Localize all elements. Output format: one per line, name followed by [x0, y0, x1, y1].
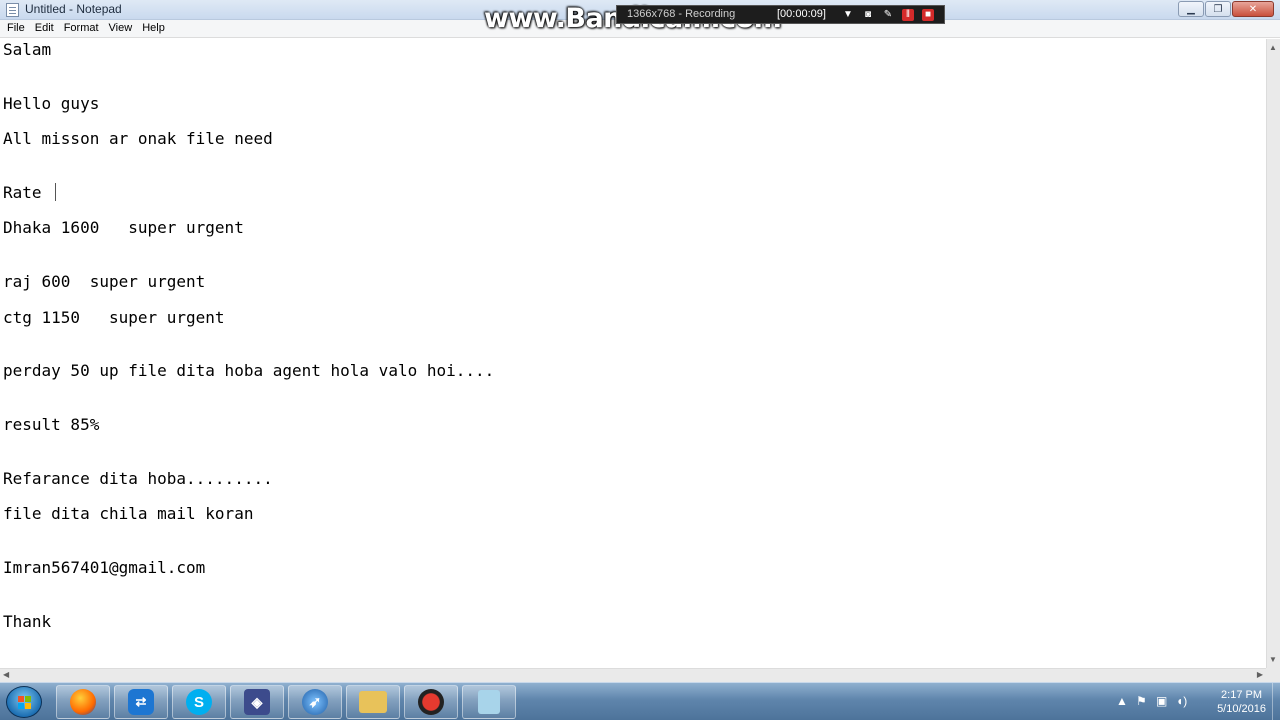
horizontal-scrollbar[interactable]: ◀ ▶: [0, 668, 1266, 682]
system-tray: ▲ ⚑ ▣ ◖) 2:17 PM 5/10/2016: [1110, 683, 1280, 720]
text-line: result 85%: [3, 415, 100, 434]
volume-icon[interactable]: ◖): [1176, 694, 1187, 708]
text-line: perday 50 up file dita hoba agent hola v…: [3, 361, 495, 380]
taskbar-browser[interactable]: ➶: [288, 685, 342, 719]
dropdown-icon[interactable]: ▼: [842, 9, 854, 21]
text-editor[interactable]: Salam Hello guys All misson ar onak file…: [0, 39, 1266, 668]
taskbar: ⇄ S ◈ ➶ ▲ ⚑ ▣ ◖) 2:17 PM 5/10/2016: [0, 682, 1280, 720]
close-button[interactable]: ✕: [1232, 1, 1274, 17]
scroll-right-icon[interactable]: ▶: [1257, 670, 1263, 679]
recording-time: [00:00:09]: [777, 8, 826, 20]
menu-edit[interactable]: Edit: [30, 20, 59, 38]
network-icon[interactable]: ▣: [1156, 694, 1167, 708]
browser-icon: ➶: [302, 689, 328, 715]
taskbar-explorer[interactable]: [346, 685, 400, 719]
bandicam-icon: [418, 689, 444, 715]
firefox-icon: [70, 689, 96, 715]
clock[interactable]: 2:17 PM 5/10/2016: [1217, 688, 1266, 716]
text-line: raj 600 super urgent: [3, 272, 206, 291]
text-line: All misson ar onak file need: [3, 129, 273, 148]
notepad-app-icon[interactable]: [6, 3, 19, 17]
scroll-up-icon[interactable]: ▲: [1269, 43, 1277, 52]
taskbar-teamviewer[interactable]: ⇄: [114, 685, 168, 719]
skype-icon: S: [186, 689, 212, 715]
taskbar-notepad[interactable]: [462, 685, 516, 719]
scroll-down-icon[interactable]: ▼: [1269, 655, 1277, 664]
scroll-left-icon[interactable]: ◀: [3, 670, 9, 679]
text-line: Rate: [3, 183, 42, 202]
recording-info: 1366x768 - Recording: [627, 8, 736, 20]
vertical-scrollbar[interactable]: ▲ ▼: [1266, 39, 1280, 668]
menu-help[interactable]: Help: [137, 20, 170, 38]
recording-controls: ▼ ◙ ✎ ‖ ■: [842, 9, 934, 21]
show-desktop-button[interactable]: [1272, 683, 1280, 720]
start-button[interactable]: [6, 686, 42, 718]
maximize-button[interactable]: ❐: [1205, 1, 1231, 17]
stop-icon[interactable]: ■: [922, 9, 934, 21]
clock-time: 2:17 PM: [1221, 689, 1263, 701]
minimize-button[interactable]: ▁: [1178, 1, 1204, 17]
text-line: Hello guys: [3, 94, 100, 113]
clock-date: 5/10/2016: [1217, 703, 1266, 715]
folder-icon: [359, 691, 387, 713]
text-line: Salam: [3, 40, 52, 59]
pencil-icon[interactable]: ✎: [882, 9, 894, 21]
window-controls: ▁ ❐ ✕: [1178, 1, 1274, 17]
taskbar-bandicam[interactable]: [404, 685, 458, 719]
camera-icon[interactable]: ◙: [862, 9, 874, 21]
taskbar-virtualbox[interactable]: ◈: [230, 685, 284, 719]
teamviewer-icon: ⇄: [128, 689, 154, 715]
pause-icon[interactable]: ‖: [902, 9, 914, 21]
scrollbar-corner: [1266, 668, 1280, 682]
virtualbox-icon: ◈: [244, 689, 270, 715]
notepad-icon: [478, 690, 500, 714]
show-hidden-icons-icon[interactable]: ▲: [1116, 694, 1128, 708]
taskbar-firefox[interactable]: [56, 685, 110, 719]
menu-file[interactable]: File: [2, 20, 30, 38]
text-line: ctg 1150 super urgent: [3, 308, 225, 327]
taskbar-skype[interactable]: S: [172, 685, 226, 719]
screen: Untitled - Notepad ▁ ❐ ✕ File Edit Forma…: [0, 0, 1280, 720]
text-line: Thank: [3, 612, 52, 631]
text-line: Dhaka 1600 super urgent: [3, 218, 244, 237]
menu-view[interactable]: View: [104, 20, 138, 38]
flag-icon[interactable]: ⚑: [1136, 694, 1147, 708]
text-caret: [55, 183, 56, 201]
recording-toolbar: 1366x768 - Recording [00:00:09] ▼ ◙ ✎ ‖ …: [616, 5, 945, 24]
text-line: file dita chila mail koran: [3, 504, 254, 523]
text-line: Refarance dita hoba.........: [3, 469, 273, 488]
window-title: Untitled - Notepad: [25, 2, 122, 16]
text-line: Imran567401@gmail.com: [3, 558, 206, 577]
windows-logo-icon: [18, 696, 32, 709]
menu-format[interactable]: Format: [59, 20, 104, 38]
